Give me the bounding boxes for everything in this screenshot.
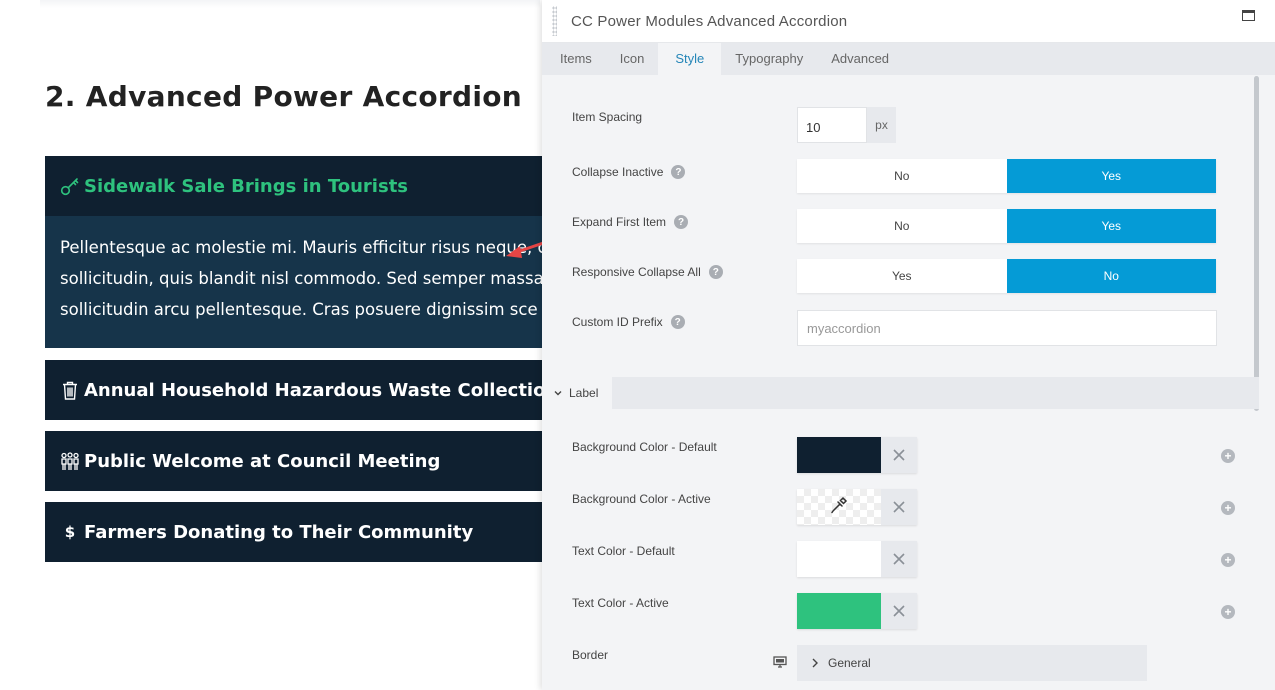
accordion-item-3: Public Welcome at Council Meeting <box>45 431 575 491</box>
text-default-color[interactable] <box>797 541 881 577</box>
collapse-inactive-no[interactable]: No <box>797 159 1007 193</box>
x-icon[interactable] <box>881 489 917 525</box>
label-section-bar: Label <box>542 377 1259 409</box>
panel-titlebar: CC Power Modules Advanced Accordion <box>542 0 1275 43</box>
collapse-inactive-yes[interactable]: Yes <box>1006 159 1216 193</box>
text-default-swatch <box>797 541 917 577</box>
expand-first-no[interactable]: No <box>797 209 1007 243</box>
collapse-inactive-label: Collapse Inactive ? <box>572 165 686 179</box>
label-section-toggle[interactable]: Label <box>542 377 612 409</box>
border-label: Border <box>572 648 608 662</box>
text-active-label: Text Color - Active <box>572 596 669 610</box>
plus-circle-icon[interactable]: + <box>1221 553 1235 567</box>
key-icon <box>60 175 80 197</box>
accordion-body-line: sollicitudin, quis blandit nisl commodo.… <box>60 269 544 288</box>
panel-tabs: Items Icon Style Typography Advanced <box>542 43 1275 75</box>
expand-first-label: Expand First Item ? <box>572 215 689 229</box>
page-top-shadow <box>40 0 540 8</box>
plus-circle-icon[interactable]: + <box>1221 449 1235 463</box>
bg-default-swatch <box>797 437 917 473</box>
tab-icon[interactable]: Icon <box>606 43 659 75</box>
text-active-color[interactable] <box>797 593 881 629</box>
help-icon[interactable]: ? <box>670 315 685 329</box>
accordion-header-1[interactable]: Sidewalk Sale Brings in Tourists <box>45 156 575 216</box>
drag-handle-icon[interactable] <box>552 6 557 36</box>
bg-active-swatch <box>797 489 917 525</box>
custom-id-input[interactable]: myaccordion <box>797 310 1217 346</box>
plus-circle-icon[interactable]: + <box>1221 605 1235 619</box>
tab-items[interactable]: Items <box>546 43 606 75</box>
responsive-collapse-toggle: Yes No <box>797 259 1216 293</box>
expand-first-text: Expand First Item <box>572 215 667 229</box>
tab-style[interactable]: Style <box>658 43 722 75</box>
border-general-text: General <box>828 656 871 670</box>
responsive-collapse-label: Responsive Collapse All ? <box>572 265 723 279</box>
bg-active-label: Background Color - Active <box>572 492 711 506</box>
accordion-title-2: Annual Household Hazardous Waste Collect… <box>84 379 559 401</box>
x-icon[interactable] <box>881 541 917 577</box>
eyedropper-icon <box>830 496 848 519</box>
label-section-title: Label <box>569 386 599 400</box>
people-icon <box>60 450 80 472</box>
bg-active-color[interactable] <box>797 489 881 525</box>
help-icon[interactable]: ? <box>674 215 689 229</box>
settings-panel: CC Power Modules Advanced Accordion Item… <box>542 0 1275 690</box>
item-spacing-input[interactable]: 10 <box>797 107 867 143</box>
accordion-body-line: Pellentesque ac molestie mi. Mauris effi… <box>60 238 547 257</box>
dollar-icon: $ <box>64 523 76 541</box>
bg-default-color[interactable] <box>797 437 881 473</box>
plus-circle-icon[interactable]: + <box>1221 501 1235 515</box>
item-spacing-text: Item Spacing <box>572 110 643 124</box>
tab-typography[interactable]: Typography <box>721 43 817 75</box>
accordion-item-2: Annual Household Hazardous Waste Collect… <box>45 360 575 420</box>
chevron-down-icon <box>554 389 562 397</box>
accordion-header-2[interactable]: Annual Household Hazardous Waste Collect… <box>45 360 575 420</box>
page-heading: 2. Advanced Power Accordion <box>45 80 523 113</box>
monitor-icon[interactable] <box>773 656 787 668</box>
help-icon[interactable]: ? <box>671 165 686 179</box>
accordion-title-3: Public Welcome at Council Meeting <box>84 450 441 472</box>
accordion-item-4: $ Farmers Donating to Their Community <box>45 502 575 562</box>
panel-title: CC Power Modules Advanced Accordion <box>571 12 848 30</box>
text-active-swatch <box>797 593 917 629</box>
responsive-collapse-no[interactable]: No <box>1006 259 1216 293</box>
accordion-header-4[interactable]: $ Farmers Donating to Their Community <box>45 502 575 562</box>
maximize-icon[interactable] <box>1242 10 1255 21</box>
help-icon[interactable]: ? <box>708 265 723 279</box>
collapse-inactive-toggle: No Yes <box>797 159 1216 193</box>
accordion-body-line: sollicitudin arcu pellentesque. Cras pos… <box>60 300 538 319</box>
item-spacing-unit: px <box>867 107 896 143</box>
accordion-header-3[interactable]: Public Welcome at Council Meeting <box>45 431 575 491</box>
responsive-collapse-yes[interactable]: Yes <box>797 259 1007 293</box>
custom-id-text: Custom ID Prefix <box>572 315 663 329</box>
bg-default-label: Background Color - Default <box>572 440 717 454</box>
scrollbar[interactable] <box>1254 76 1259 411</box>
expand-first-toggle: No Yes <box>797 209 1216 243</box>
text-default-label: Text Color - Default <box>572 544 675 558</box>
border-general-field[interactable]: General <box>797 645 1147 681</box>
accordion-body-1: Pellentesque ac molestie mi. Mauris effi… <box>45 216 575 348</box>
accordion-item-1: Sidewalk Sale Brings in Tourists Pellent… <box>45 156 575 348</box>
custom-id-label: Custom ID Prefix ? <box>572 315 685 329</box>
border-text: Border <box>572 648 609 662</box>
x-icon[interactable] <box>881 437 917 473</box>
x-icon[interactable] <box>881 593 917 629</box>
collapse-inactive-text: Collapse Inactive <box>572 165 664 179</box>
bg-default-text: Background Color - Default <box>572 440 717 454</box>
accordion-title-1: Sidewalk Sale Brings in Tourists <box>84 175 409 197</box>
expand-first-yes[interactable]: Yes <box>1006 209 1216 243</box>
accordion-title-4: Farmers Donating to Their Community <box>84 521 474 543</box>
chevron-right-icon <box>811 658 819 668</box>
trash-icon <box>60 379 80 401</box>
tab-advanced[interactable]: Advanced <box>817 43 903 75</box>
item-spacing-label: Item Spacing <box>572 110 642 124</box>
responsive-collapse-text: Responsive Collapse All <box>572 265 701 279</box>
bg-active-text: Background Color - Active <box>572 492 711 506</box>
text-active-text: Text Color - Active <box>572 596 669 610</box>
text-default-text: Text Color - Default <box>572 544 675 558</box>
